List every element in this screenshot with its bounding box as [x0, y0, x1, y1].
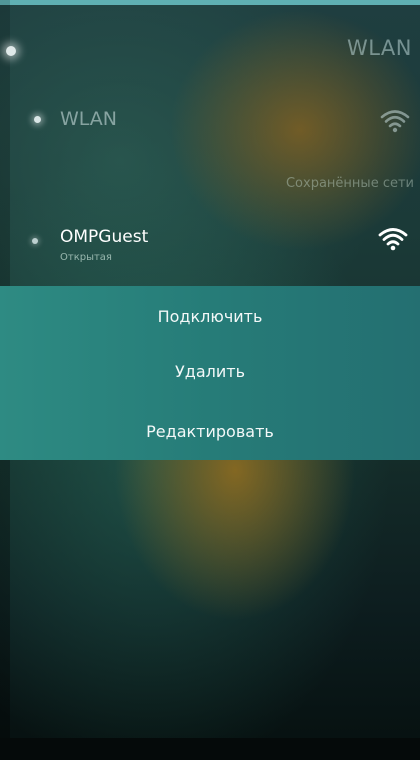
- wifi-icon: [378, 106, 412, 138]
- network-name: OMPGuest: [60, 227, 149, 247]
- delete-menu-item[interactable]: Удалить: [0, 347, 420, 397]
- bottom-edge: [0, 738, 420, 760]
- connect-menu-item[interactable]: Подключить: [0, 292, 420, 342]
- network-list-item[interactable]: OMPGuest Открытая: [0, 222, 420, 276]
- network-context-menu: Подключить Удалить Редактировать: [0, 286, 420, 460]
- edit-menu-item[interactable]: Редактировать: [0, 407, 420, 457]
- top-accent-line: [0, 0, 420, 5]
- wlan-toggle-row[interactable]: WLAN: [0, 100, 420, 140]
- wifi-signal-icon: [376, 224, 410, 256]
- page-title: WLAN: [346, 36, 412, 60]
- wlan-toggle-label: WLAN: [60, 108, 118, 130]
- wlan-settings-screen: WLAN WLAN Сохранённые сети OMPGuest Откр…: [0, 0, 420, 760]
- pulley-menu-indicator[interactable]: [6, 46, 16, 56]
- saved-networks-section-header: Сохранённые сети: [285, 176, 414, 191]
- wlan-toggle-indicator[interactable]: [34, 116, 41, 123]
- network-indicator: [32, 238, 38, 244]
- network-security-status: Открытая: [60, 252, 112, 263]
